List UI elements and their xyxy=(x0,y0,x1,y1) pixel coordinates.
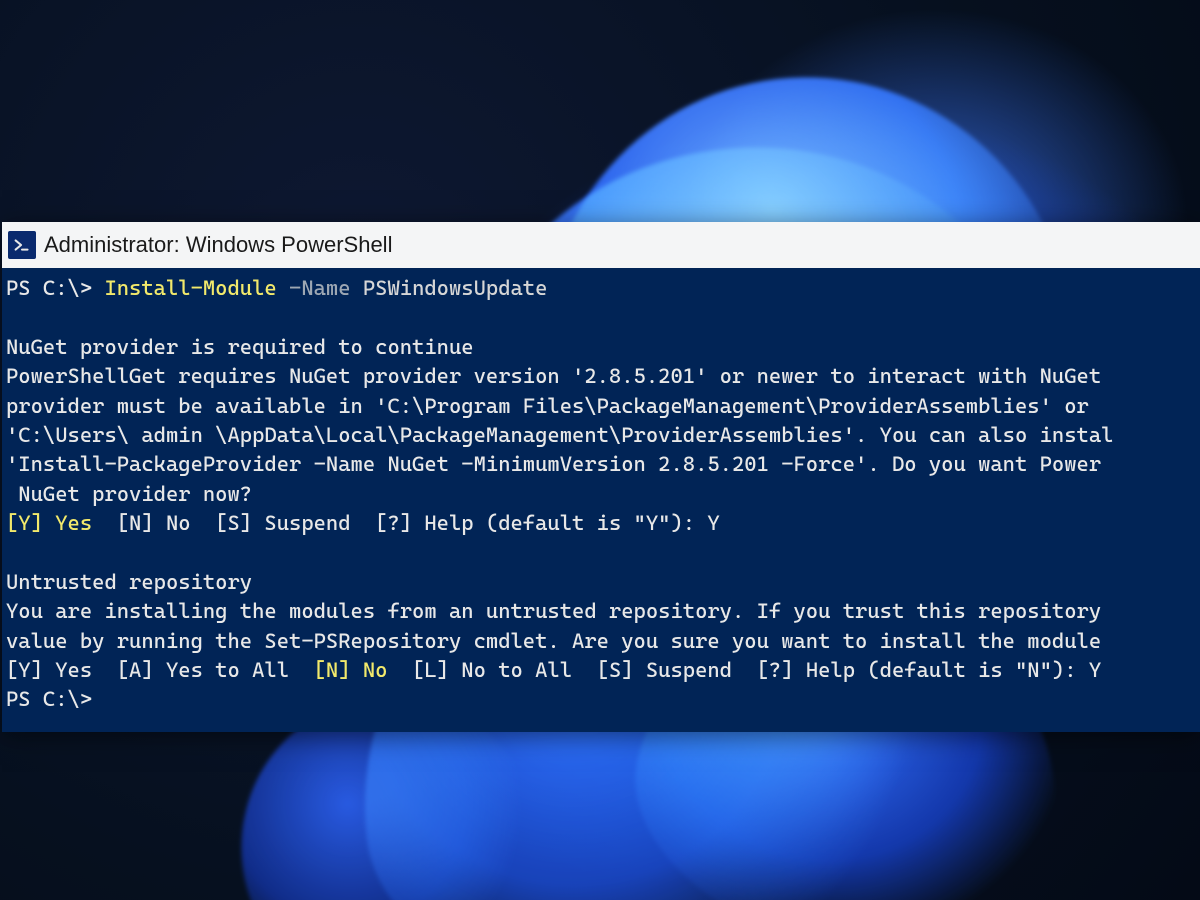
output-line: 'C:\Users\ admin \AppData\Local\PackageM… xyxy=(6,423,1113,447)
prompt: PS C:\> xyxy=(6,276,104,300)
powershell-icon xyxy=(8,231,36,259)
command-parameter: -Name xyxy=(289,276,363,300)
choice-options: [L] No to All [S] Suspend [?] Help (defa… xyxy=(387,658,1101,682)
choice-options: [Y] Yes [A] Yes to All xyxy=(6,658,314,682)
choice-selected: [Y] Yes xyxy=(6,511,92,535)
output-line: 'Install-PackageProvider -Name NuGet -Mi… xyxy=(6,452,1101,476)
output-line: NuGet provider is required to continue xyxy=(6,335,474,359)
console-output-area[interactable]: PS C:\> Install-Module -Name PSWindowsUp… xyxy=(2,268,1200,732)
powershell-window[interactable]: Administrator: Windows PowerShell PS C:\… xyxy=(2,222,1200,732)
output-line: Untrusted repository xyxy=(6,570,252,594)
prompt: PS C:\> xyxy=(6,687,92,711)
output-line: NuGet provider now? xyxy=(6,482,252,506)
command-cmdlet: Install-Module xyxy=(104,276,289,300)
command-argument: PSWindowsUpdate xyxy=(363,276,548,300)
choice-default: [N] No xyxy=(314,658,388,682)
output-line: provider must be available in 'C:\Progra… xyxy=(6,394,1101,418)
window-titlebar[interactable]: Administrator: Windows PowerShell xyxy=(2,222,1200,268)
output-line: value by running the Set-PSRepository cm… xyxy=(6,629,1101,653)
choice-options: [N] No [S] Suspend [?] Help (default is … xyxy=(92,511,720,535)
output-line: You are installing the modules from an u… xyxy=(6,599,1101,623)
output-line: PowerShellGet requires NuGet provider ve… xyxy=(6,364,1101,388)
window-title: Administrator: Windows PowerShell xyxy=(44,232,392,258)
